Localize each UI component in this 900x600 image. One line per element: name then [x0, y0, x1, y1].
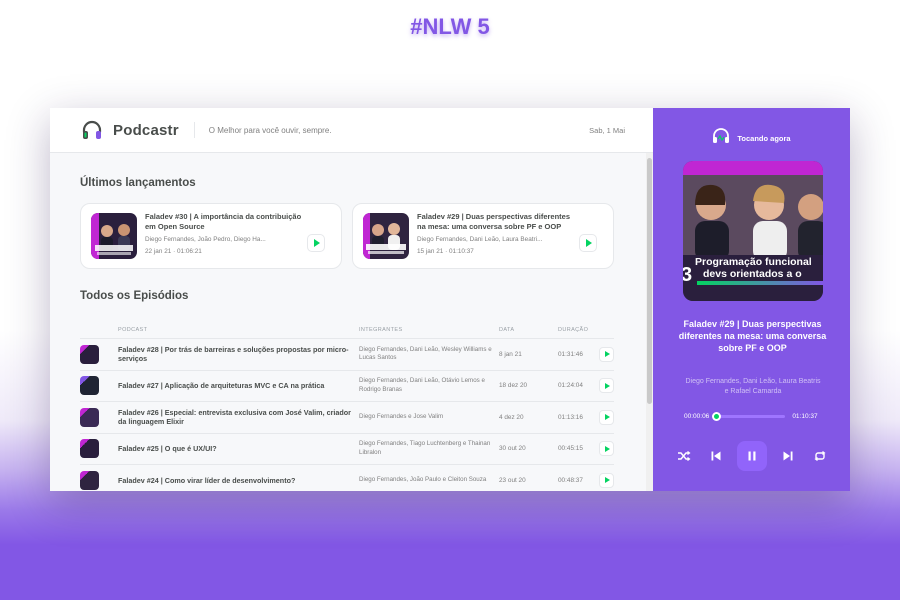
episode-members: Diego Fernandes, Tiago Luchtenberg e Tha…: [359, 440, 491, 456]
episode-title-link[interactable]: Faladev #30 | A importância da contribui…: [145, 212, 307, 232]
play-icon: [605, 445, 610, 452]
column-header-date: Data: [499, 326, 515, 333]
episode-thumbnail: [363, 213, 409, 259]
previous-button[interactable]: [706, 446, 726, 466]
episode-date: 23 out 20: [499, 476, 526, 484]
scrollbar-thumb[interactable]: [647, 158, 652, 404]
episode-date: 18 dez 20: [499, 382, 528, 390]
episode-duration: 01:31:46: [558, 350, 583, 358]
play-icon: [586, 239, 592, 247]
skip-previous-icon: [711, 451, 720, 461]
episode-thumbnail: [80, 376, 99, 396]
episode-duration: 01:13:16: [558, 413, 583, 421]
latest-episode-card[interactable]: Faladev #29 | Duas perspectivas diferent…: [352, 203, 614, 269]
episode-date: 8 jan 21: [499, 350, 522, 358]
app-logo-text[interactable]: Podcastr: [113, 122, 179, 139]
episode-members: Diego Fernandes, Dani Leão, Otávio Lemos…: [359, 377, 485, 393]
skip-next-icon: [783, 451, 792, 461]
svg-text:devs orientados a o: devs orientados a o: [703, 268, 802, 280]
player-panel: Tocando agora 3 Programação funcional de…: [653, 108, 850, 491]
shuffle-icon: [677, 451, 690, 461]
pause-button[interactable]: [736, 441, 767, 471]
svg-text:3: 3: [683, 264, 692, 286]
table-row: Faladev #26 | Especial: entrevista exclu…: [80, 402, 614, 434]
episode-thumbnail: [80, 439, 99, 459]
play-episode-button[interactable]: [599, 409, 614, 425]
column-header-members: Integrantes: [359, 326, 403, 333]
episode-title-link[interactable]: Faladev #27 | Aplicação de arquiteturas …: [118, 381, 359, 391]
progress-slider-handle[interactable]: [712, 412, 722, 421]
play-episode-button[interactable]: [599, 346, 614, 362]
table-header: Podcast Integrantes Data Duração: [80, 321, 614, 339]
repeat-button[interactable]: [810, 446, 830, 466]
app-header: Podcastr O Melhor para você ouvir, sempr…: [50, 108, 653, 153]
episode-duration: 01:24:04: [558, 382, 583, 390]
player-header: Tocando agora: [653, 128, 850, 149]
progress-bar: 00:00:06 01:10:37: [684, 412, 824, 421]
table-row: Faladev #24 | Como virar líder de desenv…: [80, 465, 614, 491]
play-episode-button[interactable]: [307, 234, 325, 252]
svg-text:Programação funcional: Programação funcional: [695, 256, 812, 268]
episode-members: Diego Fernandes, Dani Leão, Laura Beatri…: [417, 236, 543, 243]
episode-title-link[interactable]: Faladev #24 | Como virar líder de desenv…: [118, 476, 359, 486]
header-divider: [193, 122, 195, 138]
header-tagline: O Melhor para você ouvir, sempre.: [208, 125, 332, 135]
now-playing-headphones-icon: [712, 128, 730, 149]
main-content: Podcastr O Melhor para você ouvir, sempr…: [50, 108, 653, 491]
play-icon: [605, 382, 610, 389]
column-header-podcast: Podcast: [118, 326, 148, 333]
episode-title-link[interactable]: Faladev #26 | Especial: entrevista exclu…: [118, 408, 359, 427]
now-playing-title: Faladev #29 | Duas perspectivas diferent…: [678, 319, 827, 353]
latest-episodes-title: Últimos lançamentos: [80, 177, 196, 189]
episodes-scroll-area[interactable]: Últimos lançamentos Faladev #30 | A impo…: [50, 153, 653, 491]
episode-thumbnail: [91, 213, 137, 259]
episode-title-link[interactable]: Faladev #29 | Duas perspectivas diferent…: [417, 212, 579, 232]
nlw-hashtag: #NLW 5: [410, 14, 490, 39]
all-episodes-title: Todos os Episódios: [80, 290, 189, 302]
current-time: 00:00:06: [684, 413, 710, 420]
play-episode-button[interactable]: [579, 234, 597, 252]
now-playing-label: Tocando agora: [737, 134, 791, 143]
table-row: Faladev #28 | Por trás de barreiras e so…: [80, 339, 614, 371]
header-date: Sab, 1 Mai: [589, 125, 625, 135]
podcastr-app-window: Podcastr O Melhor para você ouvir, sempr…: [50, 108, 850, 491]
episode-thumbnail: [80, 470, 99, 490]
play-episode-button[interactable]: [599, 472, 614, 488]
episode-members: Diego Fernandes, Dani Leão, Wesley Willi…: [359, 345, 492, 362]
episode-date-duration: 15 jan 21 · 01:10:37: [417, 248, 474, 255]
headphones-logo-icon: [80, 118, 104, 142]
episode-duration: 00:45:15: [558, 445, 583, 453]
now-playing-members: Diego Fernandes, Dani Leão, Laura Beatri…: [685, 378, 821, 395]
shuffle-button[interactable]: [674, 446, 694, 466]
episode-members: Diego Fernandes, João Paulo e Cleiton So…: [359, 476, 487, 483]
table-row: Faladev #25 | O que é UX/UI? Diego Ferna…: [80, 434, 614, 465]
play-icon: [605, 414, 610, 421]
play-icon: [605, 477, 610, 484]
episode-title-link[interactable]: Faladev #28 | Por trás de barreiras e so…: [118, 345, 359, 364]
progress-slider[interactable]: [712, 412, 786, 421]
episode-thumbnail: [80, 344, 99, 364]
episodes-table: Podcast Integrantes Data Duração Faladev…: [80, 321, 614, 491]
episode-cover-image: 3 Programação funcional devs orientados …: [683, 161, 823, 301]
repeat-icon: [814, 451, 825, 461]
play-icon: [314, 239, 320, 247]
episode-duration: 00:48:37: [558, 476, 583, 484]
latest-episode-card[interactable]: Faladev #30 | A importância da contribui…: [80, 203, 342, 269]
next-button[interactable]: [778, 446, 798, 466]
play-episode-button[interactable]: [599, 441, 614, 457]
episode-date: 4 dez 20: [499, 413, 524, 421]
episode-members: Diego Fernandes e Jose Valim: [359, 413, 444, 420]
episode-date: 30 out 20: [499, 445, 526, 453]
play-icon: [605, 351, 610, 358]
episode-members: Diego Fernandes, João Pedro, Diego Ha...: [145, 236, 266, 243]
column-header-duration: Duração: [558, 326, 589, 333]
episode-date-duration: 22 jan 21 · 01:06:21: [145, 248, 202, 255]
player-controls: [653, 441, 850, 471]
play-episode-button[interactable]: [599, 378, 614, 394]
episode-thumbnail: [80, 407, 99, 427]
pause-icon: [748, 451, 755, 461]
total-duration: 01:10:37: [792, 413, 818, 420]
table-row: Faladev #27 | Aplicação de arquiteturas …: [80, 371, 614, 402]
episode-title-link[interactable]: Faladev #25 | O que é UX/UI?: [118, 444, 359, 454]
